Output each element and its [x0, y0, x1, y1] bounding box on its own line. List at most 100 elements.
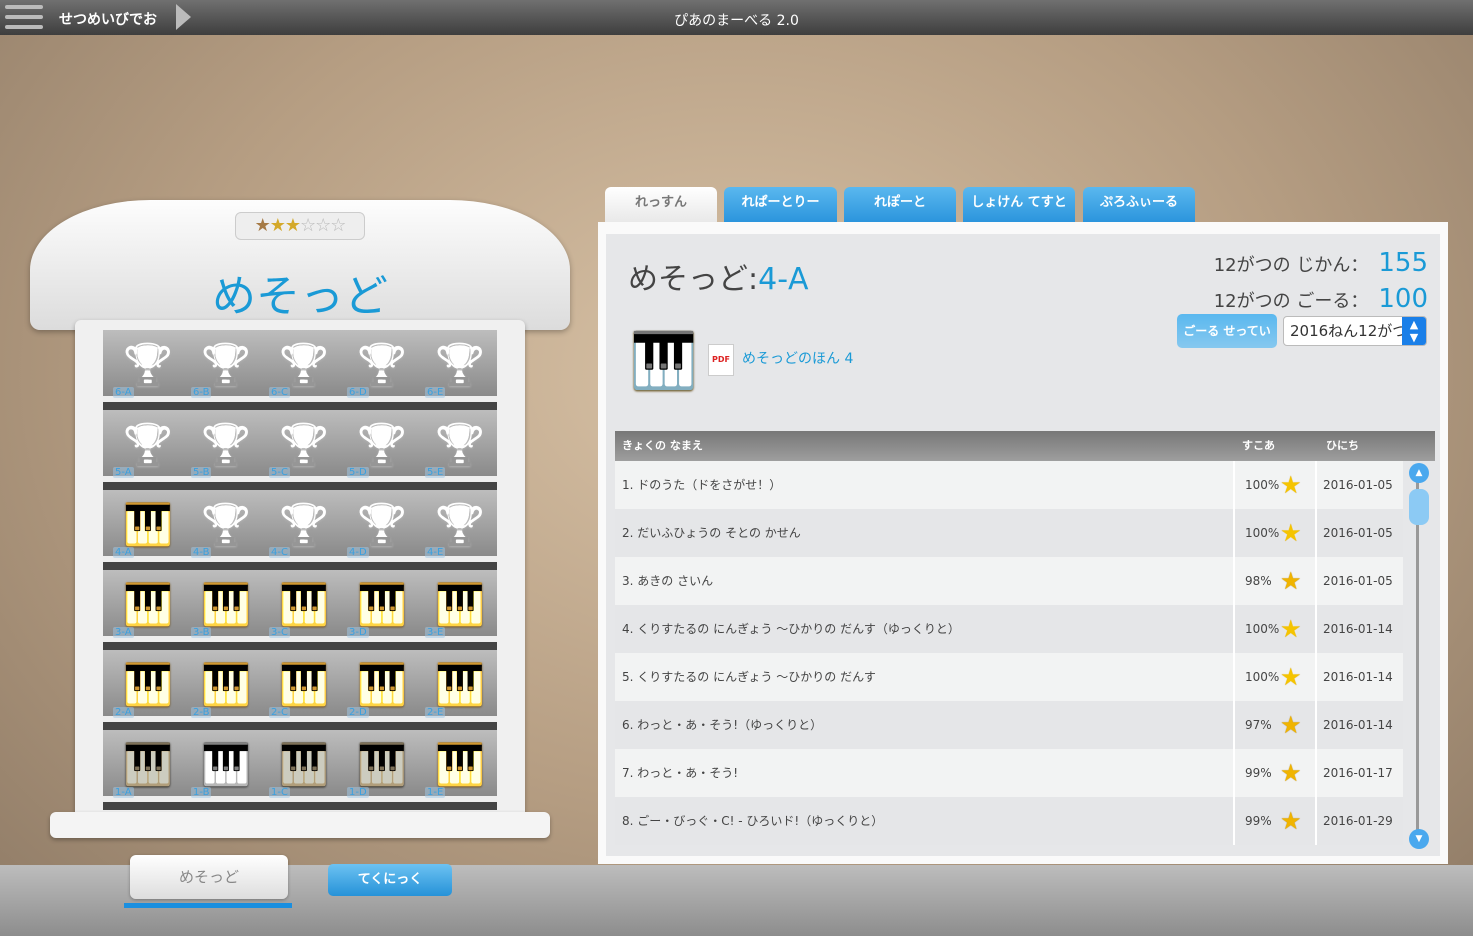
table-header: きょくの なまえ すこあ ひにち: [615, 431, 1435, 461]
table-row[interactable]: 5. くりすたるの にんぎょう 〜ひかりの だんす 100% ★ 2016-01-14: [615, 653, 1403, 701]
tab-profile[interactable]: ぷろふぃーる: [1083, 187, 1195, 223]
method-book-link[interactable]: めそっどのほん 4: [742, 348, 853, 368]
tab-lesson[interactable]: れっすん: [605, 187, 717, 223]
shelf-slot[interactable]: 🎹 1-B: [187, 736, 259, 800]
shelf-slot[interactable]: 🎹 3-B: [187, 576, 259, 640]
shelf-slot[interactable]: 🏆 5-B: [187, 416, 259, 480]
slot-label: 3-E: [425, 627, 446, 638]
shelf-slot[interactable]: 🎹 3-E: [421, 576, 493, 640]
gold-piano-icon: 🎹: [357, 582, 407, 628]
shelf-slot[interactable]: 🎹 3-C: [265, 576, 337, 640]
table-row[interactable]: 1. ドのうた（ドをさがせ！） 100% ★ 2016-01-05: [615, 461, 1403, 509]
scrollbar[interactable]: ▲ ▼: [1403, 461, 1435, 851]
tab-report[interactable]: れぽーと: [844, 187, 956, 223]
slot-label: 5-A: [113, 467, 134, 478]
empty-star-icon: ☆: [330, 215, 346, 236]
shelf-row: 🏆 6-A 🏆 6-B 🏆 6-C 🏆 6-D 🏆 6-E: [103, 330, 497, 402]
shelf-slot[interactable]: 🎹 4-A: [109, 496, 181, 560]
star-icon: ★: [1280, 759, 1302, 787]
monthly-goal: 12がつの ごーる： 100: [1214, 284, 1428, 314]
cabinet-crown: ★★★☆☆☆ めそっど: [30, 200, 570, 330]
header-song-name[interactable]: きょくの なまえ: [622, 431, 703, 461]
monthly-goal-value: 100: [1378, 284, 1428, 314]
header-score[interactable]: すこあ: [1242, 431, 1275, 461]
shelf-slot[interactable]: 🎹 3-A: [109, 576, 181, 640]
shelf-slot[interactable]: 🏆 4-C: [265, 496, 337, 560]
gold-piano-icon: 🎹: [123, 502, 173, 548]
shelf-slot[interactable]: 🏆 4-D: [343, 496, 415, 560]
tab-repertoire[interactable]: れぱーとりー: [724, 187, 837, 223]
shelf-slot[interactable]: 🎹 1-E: [421, 736, 493, 800]
gold-piano-icon: 🎹: [630, 329, 698, 392]
level-stars: ★★★☆☆☆: [235, 212, 365, 240]
shelf-slot[interactable]: 🏆 5-E: [421, 416, 493, 480]
slot-label: 4-E: [425, 547, 446, 558]
lesson-title-prefix: めそっど:: [628, 262, 759, 297]
shelf-slot[interactable]: 🏆 6-B: [187, 336, 259, 400]
empty-trophy-icon: 🏆: [435, 422, 485, 468]
shelf-slot[interactable]: 🎹 2-D: [343, 656, 415, 720]
header-date[interactable]: ひにち: [1326, 431, 1359, 461]
table-row[interactable]: 2. だいふひょうの そとの かせん 100% ★ 2016-01-05: [615, 509, 1403, 557]
shelf-slot[interactable]: 🏆 6-C: [265, 336, 337, 400]
month-select-value: 2016ねん12がつ: [1290, 322, 1408, 340]
star-icon: ★: [1280, 807, 1302, 835]
filled-star-icon: ★: [269, 215, 286, 236]
scroll-down-icon[interactable]: ▼: [1409, 829, 1429, 849]
scroll-thumb[interactable]: [1409, 489, 1429, 525]
shelf-slot[interactable]: 🎹 2-E: [421, 656, 493, 720]
slot-label: 4-A: [113, 547, 134, 558]
technique-button[interactable]: てくにっく: [328, 864, 452, 896]
table-row[interactable]: 6. わっと・あ・そう!（ゆっくりと） 97% ★ 2016-01-14: [615, 701, 1403, 749]
scroll-track[interactable]: [1416, 481, 1419, 831]
table-row[interactable]: 7. わっと・あ・そう! 99% ★ 2016-01-17: [615, 749, 1403, 797]
monthly-goal-label: 12がつの ごーる：: [1213, 291, 1369, 312]
song-name: 5. くりすたるの にんぎょう 〜ひかりの だんす: [622, 670, 876, 684]
cabinet-body: 🏆 6-A 🏆 6-B 🏆 6-C 🏆 6-D 🏆 6-E 🏆 5-A 🏆 5-B 🏆 5-C 🏆 5-D 🏆 5-E…: [75, 320, 525, 820]
table-row[interactable]: 4. くりすたるの にんぎょう 〜ひかりの だんす（ゆっくりと） 100% ★ 201…: [615, 605, 1403, 653]
shelf-slot[interactable]: 🎹 1-A: [109, 736, 181, 800]
shelf-slot[interactable]: 🎹 2-C: [265, 656, 337, 720]
shelf-slot[interactable]: 🎹 1-C: [265, 736, 337, 800]
song-name: 7. わっと・あ・そう!: [622, 766, 739, 780]
perfect-star-icon: ★: [1280, 471, 1302, 499]
month-select[interactable]: 2016ねん12がつ ▲ ▼: [1283, 316, 1427, 346]
slot-label: 6-A: [113, 387, 134, 398]
set-goal-button[interactable]: ごーる せってい: [1177, 314, 1277, 348]
shelf-slot[interactable]: 🎹 1-D: [343, 736, 415, 800]
tab-placement-test[interactable]: しょけん てすと: [963, 187, 1075, 223]
bronze-piano-icon: 🎹: [357, 742, 407, 788]
slot-label: 3-D: [347, 627, 369, 638]
table-row[interactable]: 3. あきの さいん 98% ★ 2016-01-05: [615, 557, 1403, 605]
slot-label: 6-E: [425, 387, 446, 398]
lesson-panel: めそっど:4-A 12がつの じかん： 155 12がつの ごーる： 100 ごーる…: [598, 222, 1448, 864]
lesson-title-value: 4-A: [758, 262, 809, 297]
empty-trophy-icon: 🏆: [357, 502, 407, 548]
empty-star-icon: ☆: [315, 215, 331, 236]
shelf-slot[interactable]: 🏆 6-E: [421, 336, 493, 400]
method-button[interactable]: めそっど: [130, 855, 288, 899]
shelf-slot[interactable]: 🎹 2-A: [109, 656, 181, 720]
shelf-slot[interactable]: 🏆 6-A: [109, 336, 181, 400]
filled-star-icon: ★: [284, 215, 301, 236]
shelf-slot[interactable]: 🏆 4-B: [187, 496, 259, 560]
shelf-slot[interactable]: 🎹 3-D: [343, 576, 415, 640]
song-date: 2016-01-05: [1315, 509, 1403, 557]
slot-label: 5-E: [425, 467, 446, 478]
song-name: 8. ごー・びっぐ・C! - ひろいド!（ゆっくりと）: [622, 814, 884, 828]
table-row[interactable]: 8. ごー・びっぐ・C! - ひろいド!（ゆっくりと） 99% ★ 2016-01-2…: [615, 797, 1403, 845]
shelves: 🏆 6-A 🏆 6-B 🏆 6-C 🏆 6-D 🏆 6-E 🏆 5-A 🏆 5-B 🏆 5-C 🏆 5-D 🏆 5-E…: [103, 330, 497, 810]
slot-label: 3-B: [191, 627, 212, 638]
scroll-up-icon[interactable]: ▲: [1409, 463, 1429, 483]
empty-trophy-icon: 🏆: [201, 502, 251, 548]
shelf-slot[interactable]: 🏆 6-D: [343, 336, 415, 400]
shelf-slot[interactable]: 🎹 2-B: [187, 656, 259, 720]
shelf-slot[interactable]: 🏆 4-E: [421, 496, 493, 560]
empty-trophy-icon: 🏆: [279, 422, 329, 468]
pdf-icon: PDF: [708, 344, 734, 376]
shelf-slot[interactable]: 🏆 5-A: [109, 416, 181, 480]
gold-piano-icon: 🎹: [123, 662, 173, 708]
song-name: 6. わっと・あ・そう!（ゆっくりと）: [622, 718, 823, 732]
shelf-slot[interactable]: 🏆 5-C: [265, 416, 337, 480]
shelf-slot[interactable]: 🏆 5-D: [343, 416, 415, 480]
